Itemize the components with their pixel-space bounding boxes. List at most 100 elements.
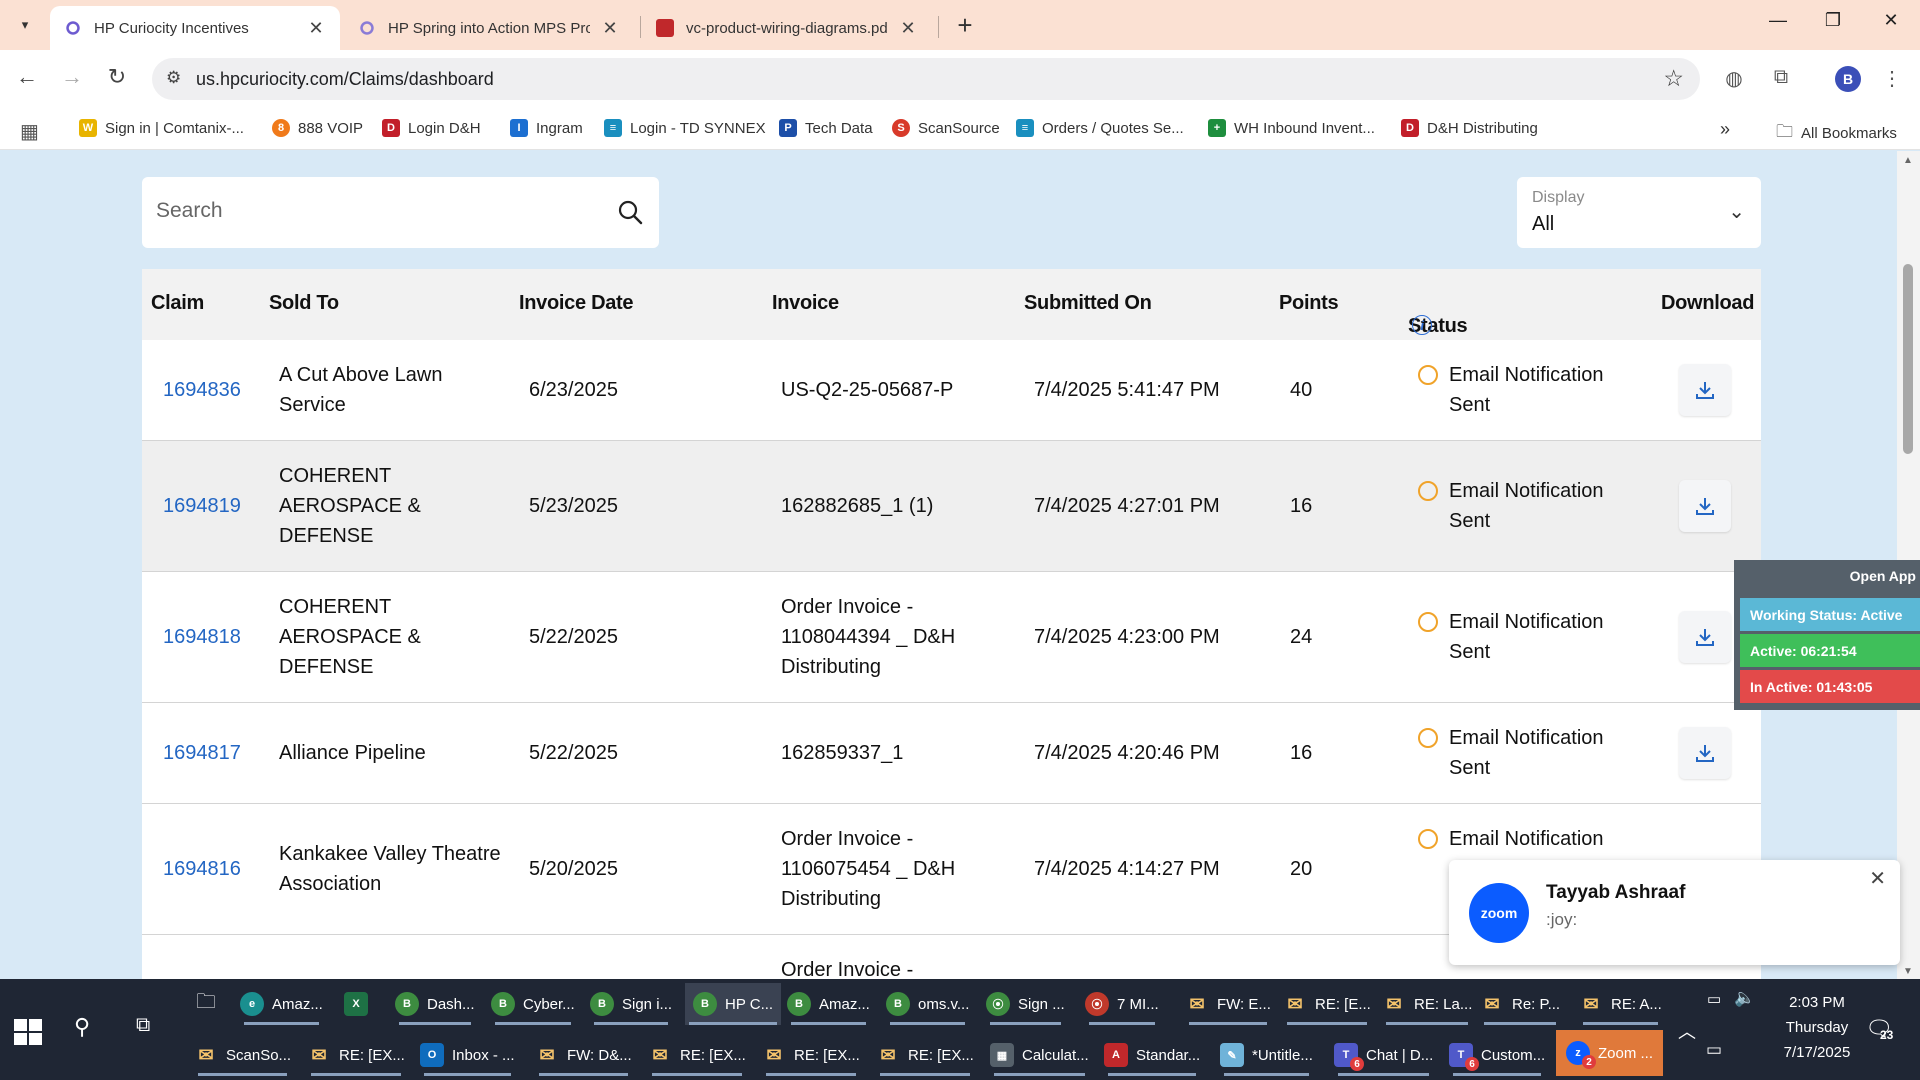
taskbar-teams-custom[interactable]: T 6 Custom... [1449, 1034, 1545, 1076]
close-tab-icon[interactable]: ✕ [898, 18, 918, 39]
taskbar-mail-re5[interactable]: ✉ RE: [EX... [307, 1034, 405, 1076]
url-text[interactable]: us.hpcuriocity.com/Claims/dashboard [196, 69, 494, 90]
col-points[interactable]: Points [1279, 292, 1339, 315]
system-clock[interactable]: 2:03 PM Thursday 7/17/2025 [1762, 990, 1872, 1065]
taskbar-mail-re8[interactable]: ✉ RE: [EX... [876, 1034, 974, 1076]
bookmark-star-icon[interactable]: ☆ [1663, 65, 1684, 92]
profile-avatar[interactable]: B [1835, 66, 1861, 92]
new-tab-button[interactable]: + [950, 10, 980, 41]
scroll-down-icon[interactable]: ▼ [1903, 966, 1913, 977]
taskbar-pdf-standard[interactable]: A Standar... [1104, 1034, 1200, 1076]
open-app-button[interactable]: Open App [1850, 568, 1916, 584]
download-button[interactable] [1679, 611, 1731, 663]
menu-icon[interactable]: ⋮ [1878, 66, 1906, 91]
close-tab-icon[interactable]: ✕ [600, 18, 620, 39]
zoom-notification[interactable]: zoom Tayyab Ashraaf :joy: ✕ [1449, 860, 1900, 965]
search-icon[interactable] [615, 197, 645, 227]
taskbar-calculator[interactable]: ▦ Calculat... [990, 1034, 1089, 1076]
bookmark-orders-quotes[interactable]: ≡ Orders / Quotes Se... [1016, 119, 1184, 137]
claim-link[interactable]: 1694818 [163, 622, 241, 652]
taskbar-chrome-cyber[interactable]: B Cyber... [491, 983, 575, 1025]
taskbar-mail-re2[interactable]: ✉ RE: La... [1382, 983, 1472, 1025]
back-button[interactable]: ← [12, 64, 42, 90]
taskbar-edge-amazon[interactable]: e Amaz... [240, 983, 323, 1025]
taskbar-zoom[interactable]: z 2 Zoom ... [1556, 1030, 1664, 1076]
col-invoice-date[interactable]: Invoice Date [519, 292, 634, 315]
taskbar-chrome-sign[interactable]: B Sign i... [590, 983, 672, 1025]
info-icon[interactable]: i [1412, 315, 1432, 335]
chevron-up-icon[interactable]: ︿ [1678, 1018, 1696, 1044]
taskbar-chrome-sign2[interactable]: ⦿ Sign ... [986, 983, 1065, 1025]
taskbar-notepad[interactable]: ✎ *Untitle... [1220, 1034, 1313, 1076]
taskbar-teams-chat[interactable]: T 6 Chat | D... [1334, 1034, 1433, 1076]
taskbar-mail-re1[interactable]: ✉ RE: [E... [1283, 983, 1371, 1025]
bookmark-wh-inbound[interactable]: + WH Inbound Invent... [1208, 119, 1375, 137]
close-icon[interactable]: ✕ [1869, 866, 1886, 891]
all-bookmarks[interactable]: 🗀 All Bookmarks [1776, 119, 1897, 148]
download-button[interactable] [1679, 480, 1731, 532]
task-view-icon[interactable]: ⧉ [136, 1014, 150, 1037]
file-explorer-icon[interactable]: 🗀 [196, 987, 216, 1021]
col-sold-to[interactable]: Sold To [269, 292, 339, 315]
claim-link[interactable]: 1694836 [163, 375, 241, 405]
forward-button[interactable]: → [57, 64, 87, 90]
status-text: Email Notification [1449, 828, 1604, 850]
close-tab-icon[interactable]: ✕ [306, 18, 326, 39]
display-select[interactable]: Display All ⌄ [1517, 177, 1761, 248]
tab-hp-curiocity[interactable]: HP Curiocity Incentives ✕ [50, 6, 340, 50]
taskbar-chrome-amazon[interactable]: B Amaz... [787, 983, 870, 1025]
col-claim[interactable]: Claim [151, 292, 204, 315]
bookmark-td-synnex[interactable]: ≡ Login - TD SYNNEX [604, 119, 766, 137]
address-bar[interactable]: ⚙ us.hpcuriocity.com/Claims/dashboard ☆ [152, 58, 1700, 100]
apps-grid-icon[interactable]: ▦ [20, 119, 39, 144]
taskbar-mail-scansource[interactable]: ✉ ScanSo... [194, 1034, 291, 1076]
search-icon[interactable]: ⚲ [74, 1014, 90, 1040]
volume-icon[interactable]: 🔈 [1734, 988, 1755, 1008]
taskbar-chrome-7mi[interactable]: ⦿ 7 MI... [1085, 983, 1159, 1025]
claim-link[interactable]: 1694819 [163, 491, 241, 521]
tab-pdf[interactable]: vc-product-wiring-diagrams.pd ✕ [642, 6, 932, 50]
col-submitted-on[interactable]: Submitted On [1024, 292, 1152, 315]
taskbar-mail-re3[interactable]: ✉ Re: P... [1480, 983, 1560, 1025]
bookmark-tech-data[interactable]: P Tech Data [779, 119, 873, 137]
col-invoice[interactable]: Invoice [772, 292, 839, 315]
network-icon[interactable]: ▭ [1706, 1040, 1722, 1060]
taskbar-mail-re7[interactable]: ✉ RE: [EX... [762, 1034, 860, 1076]
bookmark-comtanix[interactable]: W Sign in | Comtanix-... [79, 119, 244, 137]
claim-link[interactable]: 1694816 [163, 854, 241, 884]
minimize-button[interactable]: — [1758, 10, 1798, 31]
taskbar-excel[interactable]: X [344, 983, 376, 1025]
scroll-up-icon[interactable]: ▲ [1903, 155, 1913, 166]
taskbar-mail-re4[interactable]: ✉ RE: A... [1579, 983, 1662, 1025]
extensions-icon[interactable]: ⧉ [1767, 66, 1795, 89]
download-button[interactable] [1679, 727, 1731, 779]
taskbar-chrome-hp[interactable]: B HP C... [685, 983, 782, 1025]
claim-link[interactable]: 1694817 [163, 738, 241, 768]
taskbar-mail-fw[interactable]: ✉ FW: E... [1185, 983, 1271, 1025]
battery-icon[interactable]: ▭ [1707, 990, 1721, 1008]
bookmark-scansource[interactable]: S ScanSource [892, 119, 1000, 137]
download-button[interactable] [1679, 364, 1731, 416]
bookmark-ingram[interactable]: I Ingram [510, 119, 583, 137]
globe-icon[interactable]: ◍ [1720, 66, 1748, 91]
more-bookmarks-icon[interactable]: » [1720, 119, 1730, 140]
search-box [142, 177, 659, 248]
scroll-thumb[interactable] [1903, 264, 1913, 454]
tab-search-button[interactable]: ▾ [10, 12, 40, 38]
taskbar-outlook-inbox[interactable]: O Inbox - ... [420, 1034, 515, 1076]
restore-button[interactable]: ❐ [1813, 10, 1853, 31]
search-input[interactable] [156, 199, 586, 223]
taskbar-mail-re6[interactable]: ✉ RE: [EX... [648, 1034, 746, 1076]
bookmark-login-dh[interactable]: D Login D&H [382, 119, 481, 137]
windows-start-icon[interactable] [14, 1019, 42, 1045]
reload-button[interactable]: ↻ [102, 64, 132, 90]
close-window-button[interactable]: ✕ [1871, 10, 1911, 31]
tab-hp-spring[interactable]: HP Spring into Action MPS Pro ✕ [344, 6, 634, 50]
taskbar-mail-fw2[interactable]: ✉ FW: D&... [535, 1034, 632, 1076]
site-settings-icon[interactable]: ⚙ [166, 68, 181, 88]
taskbar-chrome-dash[interactable]: B Dash... [395, 983, 475, 1025]
taskbar-chrome-oms[interactable]: Boms.v... [886, 983, 969, 1025]
bookmark-dh-distributing[interactable]: D D&H Distributing [1401, 119, 1538, 137]
dh-icon: D [1401, 119, 1419, 137]
bookmark-888-voip[interactable]: 8 888 VOIP [272, 119, 363, 137]
